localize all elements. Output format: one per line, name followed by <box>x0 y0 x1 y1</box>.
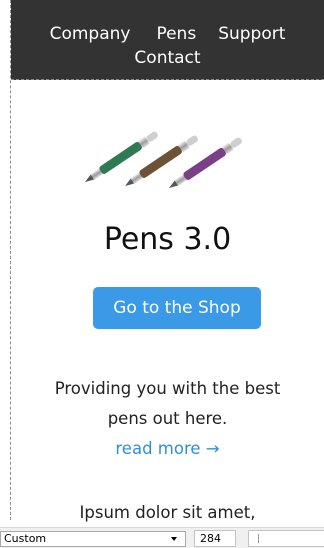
navbar-row: Contact <box>11 47 324 69</box>
nav-link-company[interactable]: Company <box>50 23 131 45</box>
page-title: Pens 3.0 <box>103 222 232 257</box>
pen-barrel <box>139 145 182 178</box>
size-preset-select[interactable]: Custom <box>0 531 186 547</box>
status-bar: Custom 284 <box>0 527 324 548</box>
description-line: pens out here. <box>107 409 228 428</box>
navbar-row: Company Pens Support <box>11 23 324 45</box>
navbar: Company Pens Support Contact <box>11 0 324 80</box>
pen-barrel <box>99 141 142 174</box>
width-ruler[interactable] <box>248 530 324 547</box>
description-text: Providing you with the best pens out her… <box>11 374 324 434</box>
nav-link-pens[interactable]: Pens <box>156 23 196 45</box>
pen-barrel <box>183 147 226 180</box>
read-more-link[interactable]: read more → <box>11 434 324 464</box>
chevron-down-icon <box>171 537 177 541</box>
nav-link-contact[interactable]: Contact <box>134 47 200 69</box>
description-line: Providing you with the best <box>54 379 281 398</box>
brown-pen <box>125 135 198 186</box>
size-preset-value: Custom <box>4 532 47 545</box>
green-pen <box>85 131 158 182</box>
go-to-shop-button[interactable]: Go to the Shop <box>93 287 261 329</box>
width-input-value: 284 <box>200 532 221 545</box>
ruler-tick <box>258 534 259 543</box>
nav-link-support[interactable]: Support <box>218 23 285 45</box>
width-input[interactable]: 284 <box>194 530 236 547</box>
ipsum-text: Ipsum dolor sit amet, <box>79 503 256 522</box>
purple-pen <box>169 137 242 188</box>
pens-hero-image <box>85 131 242 188</box>
